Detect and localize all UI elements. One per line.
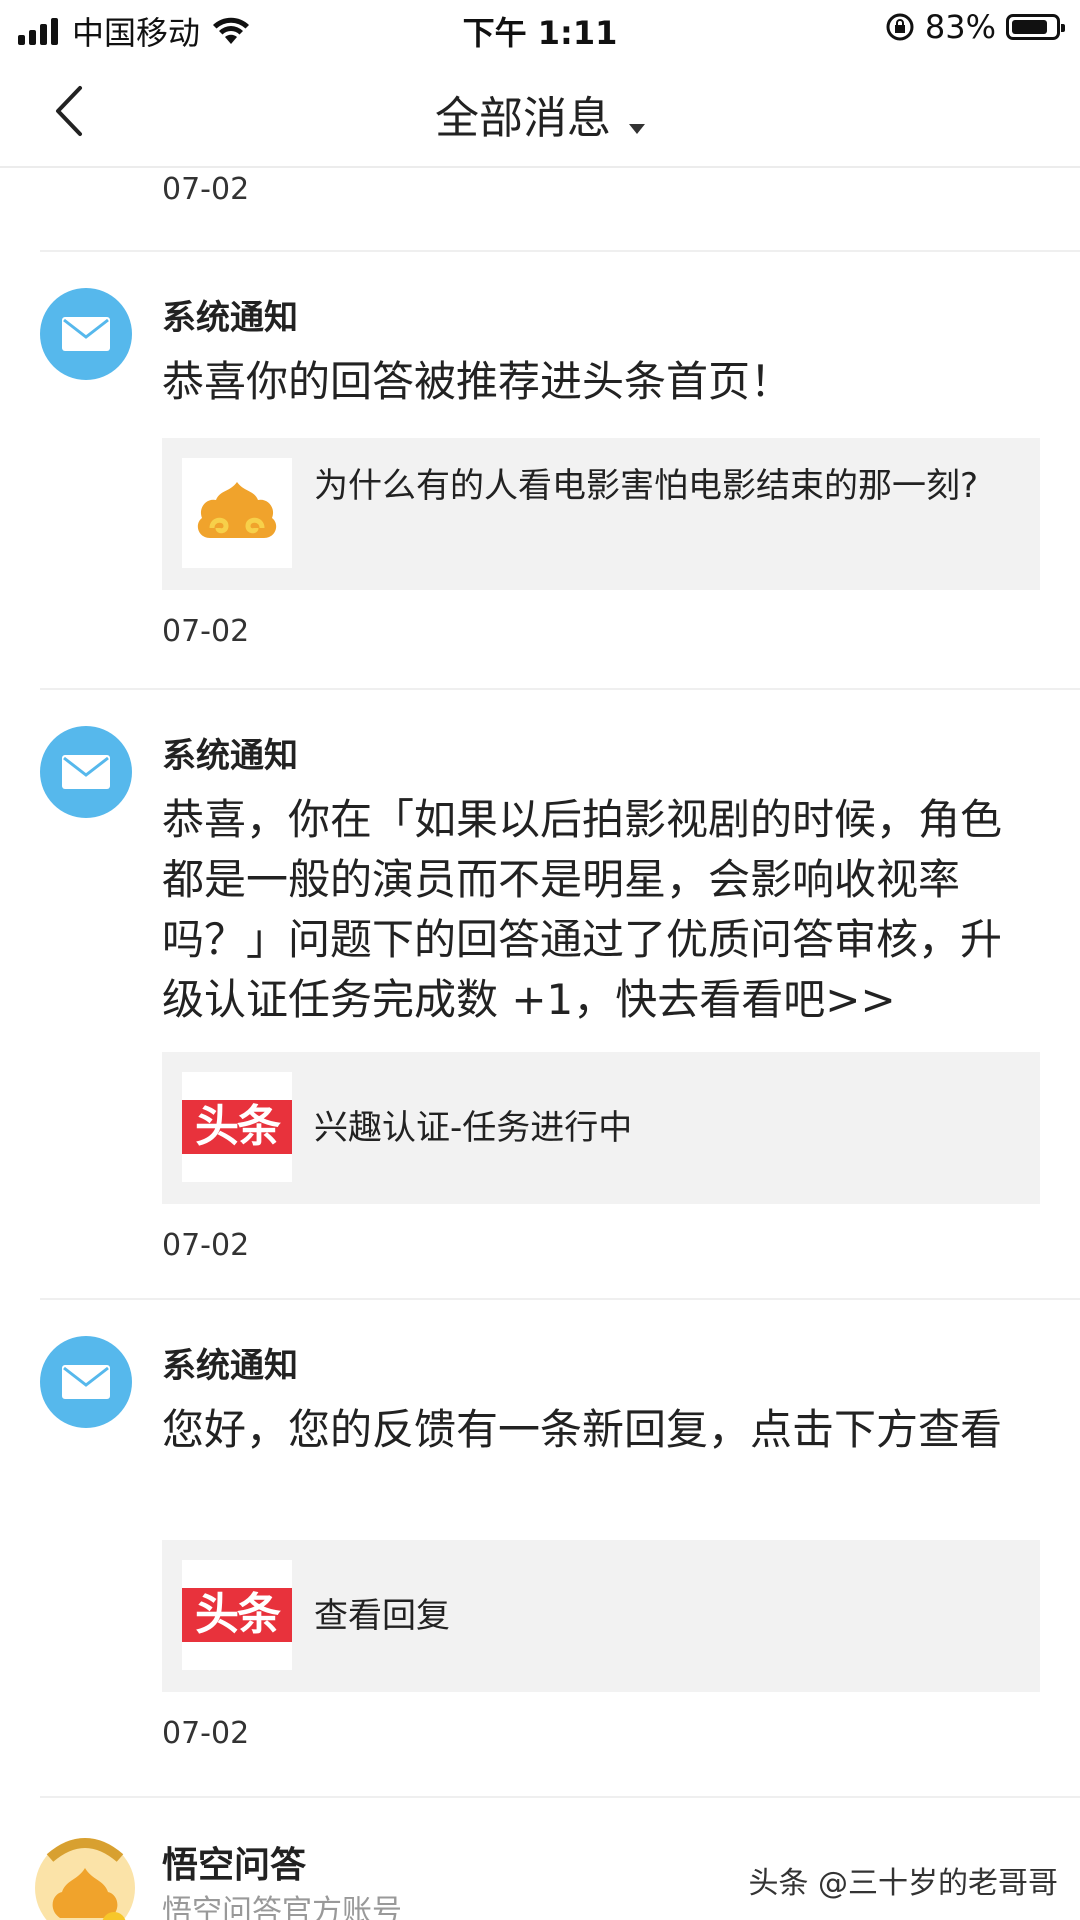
system-notice-avatar [40, 1336, 132, 1428]
message-body: 恭喜你的回答被推荐进头条首页！ [162, 357, 793, 406]
message-date: 07-02 [162, 172, 250, 207]
battery-percent: 83% [924, 8, 996, 46]
card-title: 兴趣认证-任务进行中 [314, 1108, 633, 1148]
messages-screen: 中国移动 下午 1:11 83% 全部消息 07-02 系统通知 恭喜你的回答被… [0, 0, 1080, 1920]
card-title: 查看回复 [314, 1596, 450, 1636]
battery-icon [1006, 14, 1065, 40]
nav-bar: 全部消息 [0, 56, 1080, 168]
divider [40, 1796, 1080, 1798]
divider [40, 688, 1080, 690]
message-body: 您好，您的反馈有一条新回复，点击下方查看 [162, 1405, 1003, 1454]
page-title: 全部消息 [435, 93, 611, 144]
message-filter-dropdown[interactable]: 全部消息 [0, 82, 1080, 146]
toutiao-logo-text: 头条 [182, 1100, 292, 1154]
linked-question-card[interactable]: 为什么有的人看电影害怕电影结束的那一刻? [162, 438, 1040, 590]
status-bar: 中国移动 下午 1:11 83% [0, 0, 1080, 56]
watermark: 头条 @三十岁的老哥哥 [748, 1866, 1058, 1901]
message-date: 07-02 [162, 1716, 250, 1751]
status-right: 83% [885, 8, 1065, 46]
wukong-cloud-icon [182, 458, 292, 568]
toutiao-logo-text: 头条 [182, 1588, 292, 1642]
divider [40, 1298, 1080, 1300]
message-date: 07-02 [162, 614, 250, 649]
toutiao-logo-icon: 头条 [182, 1072, 292, 1182]
system-notice-avatar [40, 288, 132, 380]
rotation-lock-icon [886, 13, 914, 41]
divider [40, 250, 1080, 252]
wukong-avatar-icon [35, 1838, 135, 1920]
certification-card[interactable]: 头条 兴趣认证-任务进行中 [162, 1052, 1040, 1204]
message-body: 恭喜，你在「如果以后拍影视剧的时候，角色都是一般的演员而不是明星，会影响收视率吗… [162, 795, 1003, 1024]
system-notice-avatar [40, 726, 132, 818]
envelope-icon [62, 1365, 110, 1399]
sender-name: 系统通知 [162, 1346, 298, 1386]
caret-down-icon [629, 123, 645, 134]
message-date: 07-02 [162, 1228, 250, 1263]
account-description: 悟空问答官方账号 [162, 1894, 402, 1920]
sender-name: 系统通知 [162, 736, 298, 776]
envelope-icon [62, 317, 110, 351]
toutiao-logo-icon: 头条 [182, 1560, 292, 1670]
envelope-icon [62, 755, 110, 789]
account-name: 悟空问答 [162, 1845, 307, 1886]
card-title: 为什么有的人看电影害怕电影结束的那一刻? [314, 466, 979, 506]
sender-name: 系统通知 [162, 298, 298, 338]
view-reply-card[interactable]: 头条 查看回复 [162, 1540, 1040, 1692]
